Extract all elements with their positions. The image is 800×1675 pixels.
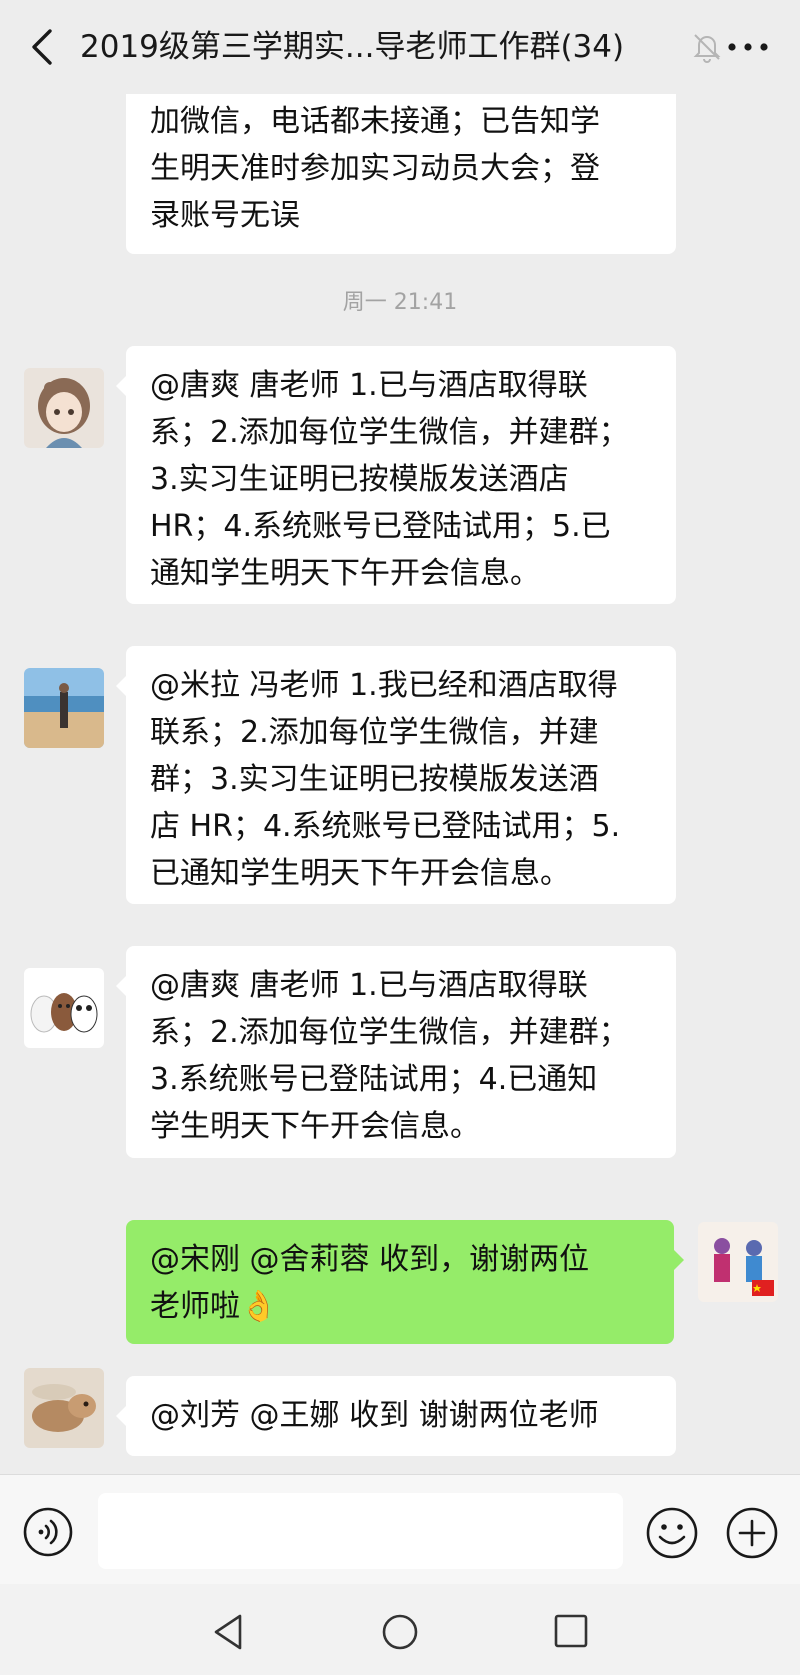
message-line: 生明天准时参加实习动员大会；登: [150, 151, 600, 186]
avatar-tang[interactable]: [24, 368, 104, 448]
timestamp: 周一 21:41: [342, 290, 458, 315]
message-bubble[interactable]: @刘芳 @王娜 收到 谢谢两位老师: [116, 1376, 676, 1456]
message-line: 录账号无误: [150, 198, 300, 233]
system-nav-bar: [0, 1584, 800, 1675]
message-line: 系；2.添加每位学生微信，并建群；: [150, 1015, 629, 1050]
voice-icon[interactable]: [22, 1506, 74, 1558]
nav-back-icon[interactable]: [210, 1612, 250, 1652]
nav-recent-apps-icon[interactable]: [552, 1612, 590, 1650]
message-line: 老师啦👌: [150, 1289, 278, 1324]
message-line: 系；2.添加每位学生微信，并建群；: [150, 415, 629, 450]
message-line: @刘芳 @王娜 收到 谢谢两位老师: [150, 1398, 599, 1433]
message-bubble-partial[interactable]: 加微信，电话都未接通；已告知学 生明天准时参加实习动员大会；登 录账号无误: [126, 94, 676, 254]
message-line: @唐爽 唐老师 1.已与酒店取得联: [150, 968, 588, 1003]
message-line: 3.实习生证明已按模版发送酒店: [150, 462, 569, 497]
avatar-dog[interactable]: [24, 1368, 104, 1448]
composer-bar: [0, 1474, 800, 1584]
message-line: 学生明天下午开会信息。: [150, 1109, 480, 1144]
chat-title: 2019级第三学期实...导老师工作群(34): [80, 29, 625, 65]
message-line: 联系；2.添加每位学生微信，并建: [150, 715, 599, 750]
child-drawing-avatar-icon: [698, 1222, 778, 1302]
bell-off-icon: [693, 34, 721, 63]
anime-girl-avatar-icon: [24, 368, 104, 448]
back-button[interactable]: [24, 27, 60, 67]
plus-icon[interactable]: [725, 1506, 779, 1560]
message-line: 群；3.实习生证明已按模版发送酒: [150, 762, 599, 797]
message-line: 店 HR；4.系统账号已登陆试用；5.: [150, 809, 621, 844]
nav-home-icon[interactable]: [380, 1612, 420, 1652]
chat-header: 2019级第三学期实...导老师工作群(34): [0, 0, 800, 94]
self-message-bubble[interactable]: @宋刚 @舍莉蓉 收到，谢谢两位 老师啦👌: [126, 1220, 684, 1344]
cartoon-bears-avatar-icon: [24, 968, 104, 1048]
chevron-left-icon: [32, 29, 52, 65]
message-line: @米拉 冯老师 1.我已经和酒店取得: [150, 668, 618, 703]
message-bubble[interactable]: @米拉 冯老师 1.我已经和酒店取得 联系；2.添加每位学生微信，并建 群；3.…: [116, 646, 676, 904]
message-bubble[interactable]: @唐爽 唐老师 1.已与酒店取得联 系；2.添加每位学生微信，并建群； 3.系统…: [116, 946, 676, 1158]
message-line: HR；4.系统账号已登陆试用；5.已: [150, 509, 611, 544]
message-bubble[interactable]: @唐爽 唐老师 1.已与酒店取得联 系；2.添加每位学生微信，并建群； 3.实习…: [116, 346, 676, 604]
message-line: 通知学生明天下午开会信息。: [150, 556, 540, 591]
message-line: @唐爽 唐老师 1.已与酒店取得联: [150, 368, 588, 403]
emoji-icon[interactable]: [645, 1506, 699, 1560]
more-dots-icon[interactable]: [722, 30, 774, 64]
message-line: 加微信，电话都未接通；已告知学: [150, 104, 600, 139]
message-line: 3.系统账号已登陆试用；4.已通知: [150, 1062, 598, 1097]
message-list[interactable]: 加微信，电话都未接通；已告知学 生明天准时参加实习动员大会；登 录账号无误 周一…: [0, 94, 800, 1474]
puppy-photo-avatar-icon: [24, 1368, 104, 1448]
beach-photo-avatar-icon: [24, 668, 104, 748]
message-line: @宋刚 @舍莉蓉 收到，谢谢两位: [150, 1242, 590, 1277]
message-line: 已通知学生明天下午开会信息。: [150, 856, 570, 891]
avatar-feng[interactable]: [24, 668, 104, 748]
avatar-self[interactable]: [698, 1222, 778, 1302]
message-input[interactable]: [98, 1493, 623, 1569]
avatar-bears[interactable]: [24, 968, 104, 1048]
